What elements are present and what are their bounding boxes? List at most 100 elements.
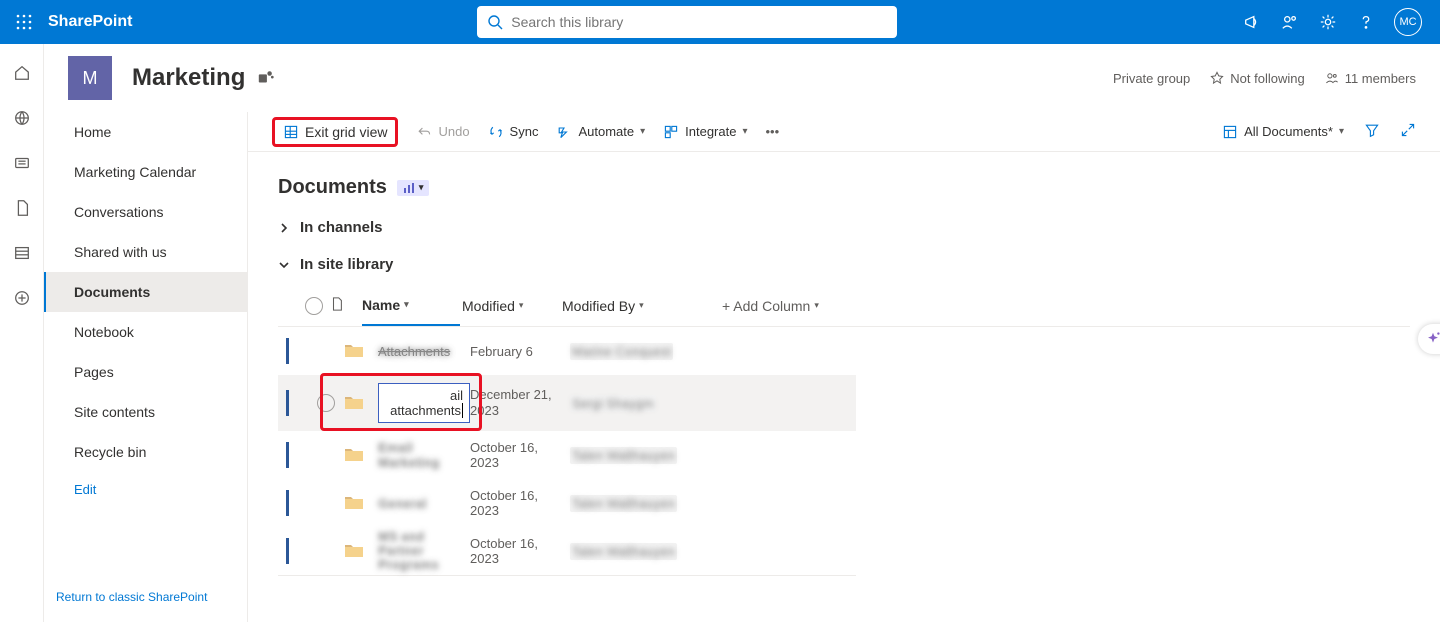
file-modified-by: Talen Walthauyen <box>570 544 690 559</box>
grid-icon <box>283 124 299 140</box>
nav-conversations[interactable]: Conversations <box>44 192 247 232</box>
file-modified-by: Talen Walthauyen <box>570 496 690 511</box>
left-nav: Home Marketing Calendar Conversations Sh… <box>44 112 248 622</box>
chevron-down-icon: ▾ <box>519 300 524 311</box>
return-classic-link[interactable]: Return to classic SharePoint <box>44 580 247 614</box>
rail-file-icon[interactable] <box>13 199 31 220</box>
automate-icon <box>556 124 572 140</box>
table-header: Name▾ Modified▾ Modified By▾ + Add Colum… <box>278 285 1410 327</box>
documents-table: Name▾ Modified▾ Modified By▾ + Add Colum… <box>278 285 1410 576</box>
members-icon <box>1325 71 1339 85</box>
nav-shared[interactable]: Shared with us <box>44 232 247 272</box>
view-selector[interactable]: All Documents* ▾ <box>1222 124 1344 140</box>
nav-edit-link[interactable]: Edit <box>44 472 247 507</box>
search-box[interactable] <box>477 6 897 38</box>
group-channels-label: In channels <box>300 219 383 236</box>
group-channels[interactable]: In channels <box>278 219 1410 236</box>
file-name[interactable]: MS and Partner Programs <box>378 530 470 573</box>
group-site[interactable]: In site library <box>278 256 1410 273</box>
view-icon <box>1222 124 1238 140</box>
undo-button[interactable]: Undo <box>416 124 469 140</box>
search-input[interactable] <box>511 14 887 30</box>
brand-label[interactable]: SharePoint <box>48 13 132 31</box>
name-column[interactable]: Name▾ <box>362 285 460 326</box>
members-button[interactable]: 11 members <box>1325 71 1416 86</box>
nav-marketing-calendar[interactable]: Marketing Calendar <box>44 152 247 192</box>
app-rail <box>0 44 44 622</box>
sparkle-icon <box>1424 330 1440 348</box>
suite-header: SharePoint MC <box>0 0 1440 44</box>
app-launcher[interactable] <box>8 6 40 38</box>
rail-create-icon[interactable] <box>13 289 31 310</box>
nav-notebook[interactable]: Notebook <box>44 312 247 352</box>
type-column[interactable] <box>330 297 362 314</box>
chevron-down-icon: ▾ <box>639 300 644 311</box>
expand-button[interactable] <box>1400 122 1416 141</box>
sync-icon <box>488 124 504 140</box>
file-name[interactable]: Attachments <box>378 344 470 359</box>
select-all[interactable] <box>298 297 330 315</box>
rail-list-icon[interactable] <box>13 244 31 265</box>
megaphone-icon[interactable] <box>1242 12 1262 32</box>
table-row[interactable]: MS and Partner Programs October 16, 2023… <box>278 527 856 575</box>
user-avatar[interactable]: MC <box>1394 8 1422 36</box>
folder-icon <box>344 542 368 561</box>
file-modified-by: Sergi Shaygm <box>570 396 690 411</box>
table-row[interactable]: General October 16, 2023 Talen Walthauye… <box>278 479 856 527</box>
table-row[interactable]: Attachments February 6 Marine Conquest <box>278 327 856 375</box>
help-icon[interactable] <box>1356 12 1376 32</box>
rail-news-icon[interactable] <box>13 154 31 175</box>
view-label: All Documents* <box>1244 124 1333 139</box>
nav-site-contents[interactable]: Site contents <box>44 392 247 432</box>
file-name[interactable]: General <box>378 496 470 511</box>
integrate-label: Integrate <box>685 124 736 139</box>
chevron-down-icon: ▾ <box>419 182 424 193</box>
folder-icon <box>344 394 368 413</box>
chart-view-button[interactable]: ▾ <box>397 180 430 196</box>
exit-grid-button[interactable]: Exit grid view <box>272 117 398 147</box>
rail-home-icon[interactable] <box>13 64 31 85</box>
search-container <box>132 6 1242 38</box>
nav-home[interactable]: Home <box>44 112 247 152</box>
site-title: Marketing <box>132 64 245 92</box>
file-name-editing[interactable]: ail attachments <box>378 383 470 423</box>
table-row[interactable]: Email Marketing October 16, 2023 Talen W… <box>278 431 856 479</box>
folder-icon <box>344 446 368 465</box>
filter-button[interactable] <box>1364 122 1380 141</box>
modified-column[interactable]: Modified▾ <box>462 298 562 314</box>
chevron-down-icon: ▾ <box>640 126 645 137</box>
command-bar: Exit grid view Undo Sync Automate ▾ <box>248 112 1440 152</box>
file-name[interactable]: Email Marketing <box>378 440 470 470</box>
add-column-button[interactable]: + Add Column▾ <box>722 298 842 314</box>
site-logo[interactable]: M <box>68 56 112 100</box>
search-icon <box>487 14 503 30</box>
file-modified: October 16, 2023 <box>470 488 570 518</box>
people-icon[interactable] <box>1280 12 1300 32</box>
row-select[interactable] <box>310 394 342 412</box>
star-icon <box>1210 71 1224 85</box>
integrate-button[interactable]: Integrate ▾ <box>663 124 747 140</box>
site-header: M Marketing Private group Not following … <box>44 44 1440 112</box>
nav-pages[interactable]: Pages <box>44 352 247 392</box>
follow-button[interactable]: Not following <box>1210 71 1304 86</box>
library-title: Documents <box>278 176 387 199</box>
copilot-fab[interactable] <box>1418 324 1440 354</box>
automate-button[interactable]: Automate ▾ <box>556 124 645 140</box>
file-modified-by: Marine Conquest <box>570 344 690 359</box>
settings-icon[interactable] <box>1318 12 1338 32</box>
group-site-label: In site library <box>300 256 393 273</box>
sync-button[interactable]: Sync <box>488 124 539 140</box>
file-modified: February 6 <box>470 344 570 359</box>
nav-recycle[interactable]: Recycle bin <box>44 432 247 472</box>
rail-globe-icon[interactable] <box>13 109 31 130</box>
chevron-down-icon: ▾ <box>814 300 819 311</box>
table-row[interactable]: ail attachments December 21, 2023 Sergi … <box>278 375 856 431</box>
modified-by-column[interactable]: Modified By▾ <box>562 298 682 314</box>
page: Exit grid view Undo Sync Automate ▾ <box>248 112 1440 622</box>
chevron-down-icon <box>278 259 290 271</box>
nav-documents[interactable]: Documents <box>44 272 247 312</box>
undo-label: Undo <box>438 124 469 139</box>
chevron-down-icon: ▾ <box>404 299 409 310</box>
teams-icon[interactable] <box>257 69 275 87</box>
more-button[interactable]: ••• <box>766 124 780 139</box>
